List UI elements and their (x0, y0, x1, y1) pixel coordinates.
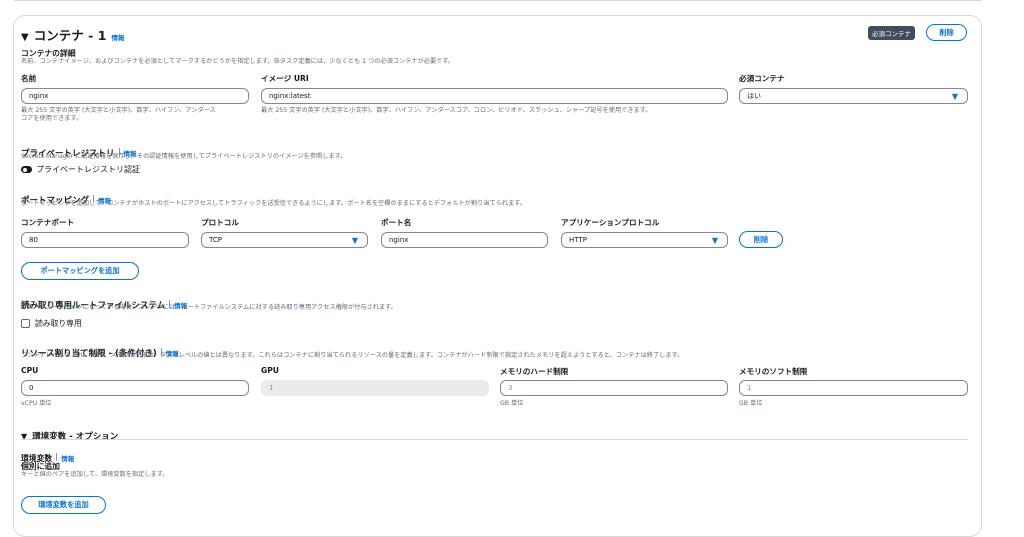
protocol-select[interactable]: TCP ▼ (201, 232, 368, 248)
gpu-input: 1 (261, 380, 489, 396)
env-section-header[interactable]: ▼ 環境変数 - オプション (21, 424, 118, 443)
image-uri-label: イメージ URI (261, 74, 309, 83)
container-title: コンテナ - 1 (33, 28, 107, 43)
info-link[interactable]: 情報 (111, 34, 124, 42)
add-port-mapping-button[interactable]: ポートマッピングを追加 (21, 262, 139, 280)
registry-description: Secrets Manager に認証情報を保存し、その認証情報を使用してプライ… (21, 153, 347, 160)
memory-soft-label: メモリのソフト制限 (739, 367, 808, 376)
memory-hard-input[interactable]: 3 (500, 380, 728, 396)
remove-port-mapping-button[interactable]: 削除 (739, 231, 783, 248)
essential-select[interactable]: はい ▼ (739, 88, 968, 104)
app-protocol-select[interactable]: HTTP ▼ (561, 232, 728, 248)
readonly-checkbox-label: 読み取り専用 (35, 319, 82, 328)
registry-auth-label: プライベートレジストリ認証 (36, 165, 140, 174)
details-description: 名前、コンテナイメージ、およびコンテナを必須としてマークするかどうかを指定します… (21, 58, 455, 65)
add-env-var-button[interactable]: 環境変数を追加 (21, 496, 106, 514)
delete-container-button[interactable]: 削除 (926, 24, 967, 41)
image-uri-hint: 最大 255 文字の英字 (大文字と小文字)、数字、ハイフン、アンダースコア、コ… (261, 107, 652, 114)
container-port-label: コンテナポート (21, 218, 75, 227)
container-port-input[interactable]: 80 (21, 232, 189, 248)
port-name-input[interactable]: nginx (381, 232, 548, 248)
port-mapping-description: ポートマッピングを追加して、コンテナがホストのポートにアクセスしてトラフィックを… (21, 200, 526, 207)
registry-auth-toggle[interactable] (21, 166, 32, 173)
cpu-unit: vCPU 単位 (21, 400, 52, 407)
individual-add-description: キーと値のペアを追加して、環境変数を指定します。 (21, 471, 169, 478)
caret-down-icon: ▼ (351, 236, 358, 245)
info-link[interactable]: 情報 (61, 455, 74, 463)
essential-label: 必須コンテナ (739, 74, 785, 83)
image-uri-input[interactable]: nginx:latest (261, 88, 728, 104)
app-protocol-label: アプリケーションプロトコル (561, 218, 660, 227)
cpu-label: CPU (21, 366, 39, 375)
name-input[interactable]: nginx (21, 88, 249, 104)
memory-soft-input[interactable]: 1 (739, 380, 968, 396)
name-label: 名前 (21, 74, 37, 83)
port-name-label: ポート名 (381, 218, 412, 227)
readonly-fs-description: このパラメータがオンになっている場合、コンテナには、ルートファイルシステムに対す… (21, 304, 397, 311)
memory-hard-label: メモリのハード制限 (500, 367, 569, 376)
name-hint: 最大 255 文字の英字 (大文字と小文字)、数字、ハイフン、アンダース コアを… (21, 107, 216, 122)
readonly-checkbox[interactable] (21, 319, 30, 328)
env-divider (21, 439, 968, 440)
protocol-label: プロトコル (201, 218, 239, 227)
cpu-input[interactable]: 0 (21, 380, 249, 396)
resources-description: コンテナレベルの CPU、GPU、メモリの制限は、タスクレベルの値とは異なります… (21, 352, 684, 359)
memory-hard-unit: GB 単位 (500, 400, 524, 407)
caret-down-icon: ▼ (711, 236, 718, 245)
caret-down-icon: ▼ (951, 92, 958, 101)
gpu-label: GPU (261, 366, 279, 375)
container-header[interactable]: ▼ コンテナ - 1 情報 (21, 25, 124, 44)
top-divider (14, 0, 982, 1)
essential-badge: 必須コンテナ (868, 26, 915, 40)
memory-soft-unit: GB 単位 (739, 400, 763, 407)
caret-down-icon: ▼ (21, 32, 29, 43)
